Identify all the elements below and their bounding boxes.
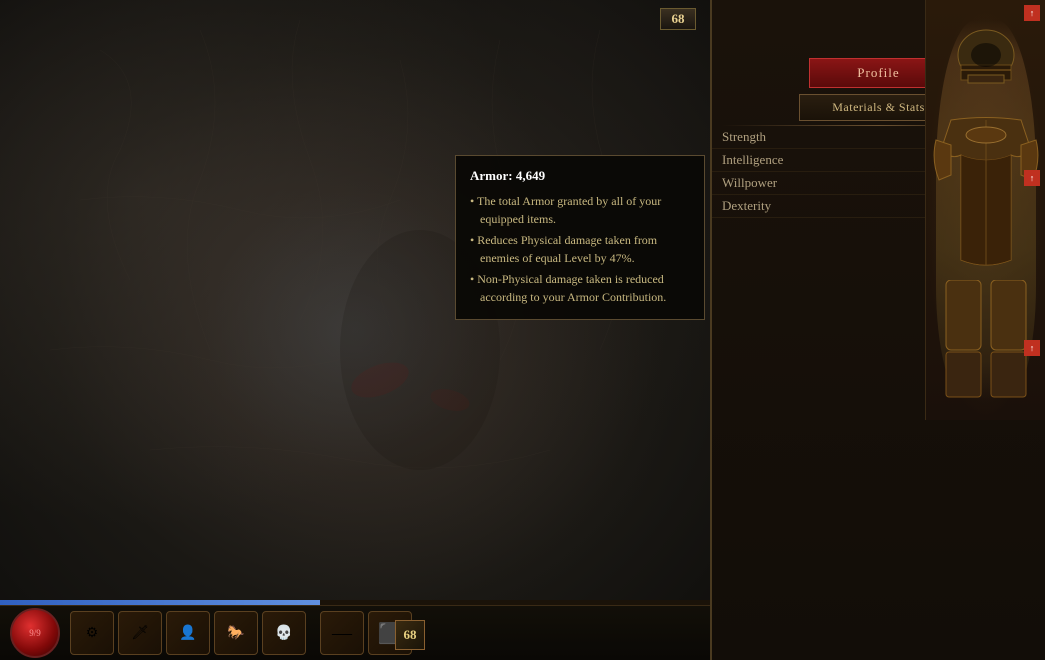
skill-slot-1[interactable]: ⚙ (70, 611, 114, 655)
intelligence-label: Intelligence (722, 152, 783, 168)
upgrade-badge-legs: ↑ (1024, 340, 1040, 356)
tooltip-bullet-1: • The total Armor granted by all of your… (470, 192, 690, 228)
helmet-visual (946, 20, 1026, 100)
game-skill-bar: 9/9 ⚙ 🗡 👤 🐎 💀 68 — ⬛ (0, 605, 710, 660)
armor-tooltip: Armor: 4,649 • The total Armor granted b… (455, 155, 705, 320)
tooltip-title: Armor: 4,649 (470, 166, 690, 186)
skill-slot-4[interactable]: 🐎 (214, 611, 258, 655)
bar-level-value: 68 (404, 627, 417, 643)
skill-slot-5[interactable]: 💀 (262, 611, 306, 655)
strength-label: Strength (722, 129, 766, 145)
skill-slot-6[interactable]: — (320, 611, 364, 655)
upgrade-badge-body: ↑ (1024, 170, 1040, 186)
willpower-label: Willpower (722, 175, 777, 191)
tooltip-bullet-3: • Non-Physical damage taken is reduced a… (470, 270, 690, 306)
skill-slot-2[interactable]: 🗡 (118, 611, 162, 655)
dexterity-label: Dexterity (722, 198, 771, 214)
helmet-svg (946, 20, 1026, 100)
health-orb: 9/9 (10, 608, 60, 658)
game-background (0, 0, 710, 660)
legs-svg (941, 280, 1031, 400)
skill-slot-3[interactable]: 👤 (166, 611, 210, 655)
bar-level-indicator: 68 (395, 620, 425, 650)
right-panel: ↑ ↑ ↑ ↑ (710, 0, 1045, 660)
health-label: 9/9 (29, 628, 41, 638)
level-value: 68 (672, 11, 685, 27)
character-model: ↑ ↑ ↑ (925, 0, 1045, 420)
tooltip-bullet-2: • Reduces Physical damage taken from ene… (470, 231, 690, 267)
level-badge: 68 (660, 8, 696, 30)
upgrade-badge-head: ↑ (1024, 5, 1040, 21)
legs-visual (941, 280, 1031, 400)
stone-texture (0, 0, 710, 660)
